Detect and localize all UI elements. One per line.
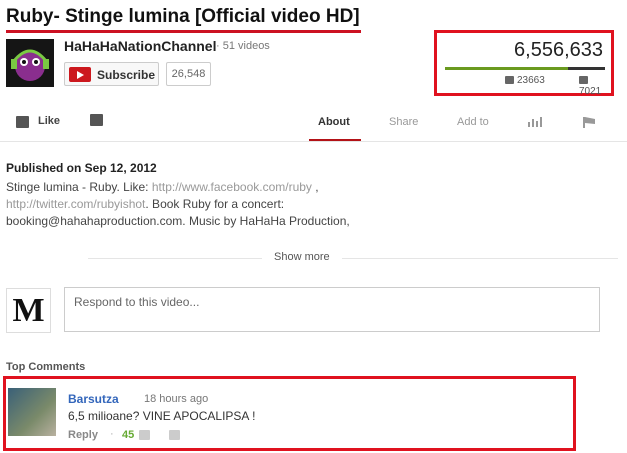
video-description: Stinge lumina - Ruby. Like: http://www.f… bbox=[6, 180, 350, 228]
twitter-link[interactable]: http://twitter.com/rubyishot bbox=[6, 197, 145, 211]
commenter-avatar[interactable] bbox=[8, 388, 56, 436]
reply-button[interactable]: Reply bbox=[68, 429, 98, 441]
like-button[interactable]: Like bbox=[38, 115, 60, 127]
channel-name[interactable]: HaHaHaNationChannel bbox=[64, 38, 216, 54]
separator-dot: · bbox=[110, 428, 114, 440]
channel-logo-icon bbox=[11, 49, 49, 81]
comment-score: 45 bbox=[122, 429, 135, 441]
comment-highlight: Barsutza 18 hours ago 6,5 milioane? VINE… bbox=[3, 376, 576, 451]
video-title: Ruby- Stinge lumina [Official video HD] bbox=[6, 6, 360, 27]
like-count: 23663 bbox=[505, 75, 545, 86]
title-underline bbox=[6, 30, 361, 33]
channel-avatar[interactable] bbox=[6, 39, 54, 87]
facebook-link[interactable]: http://www.facebook.com/ruby bbox=[152, 180, 312, 194]
tab-about[interactable]: About bbox=[318, 116, 350, 128]
thumbs-up-icon bbox=[505, 76, 514, 85]
flag-icon[interactable] bbox=[583, 117, 595, 128]
subscribe-button[interactable]: Subscribe bbox=[64, 62, 159, 86]
subscriber-count: 26,548 bbox=[166, 62, 211, 86]
tab-add-to[interactable]: Add to bbox=[457, 116, 489, 128]
user-avatar: M bbox=[6, 288, 51, 333]
comment-input[interactable]: Respond to this video... bbox=[64, 287, 600, 332]
thumbs-up-icon[interactable] bbox=[139, 430, 150, 440]
like-ratio-bar bbox=[445, 67, 605, 70]
show-more-button[interactable]: Show more bbox=[262, 251, 342, 263]
divider bbox=[0, 141, 627, 142]
thumbs-down-icon bbox=[579, 76, 588, 85]
thumbs-down-icon[interactable] bbox=[90, 114, 103, 126]
view-stats-highlight: 6,556,633 23663 7021 bbox=[434, 30, 614, 97]
tab-share[interactable]: Share bbox=[389, 116, 418, 128]
comment-author[interactable]: Barsutza bbox=[68, 392, 119, 406]
published-date: Published on Sep 12, 2012 bbox=[6, 161, 157, 175]
statistics-icon[interactable] bbox=[528, 117, 542, 127]
comment-time: 18 hours ago bbox=[144, 393, 209, 405]
top-comments-heading: Top Comments bbox=[6, 361, 86, 373]
video-count[interactable]: · 51 videos bbox=[216, 40, 270, 52]
show-more-divider bbox=[88, 258, 618, 259]
like-ratio-fill bbox=[445, 67, 568, 70]
thumbs-down-icon[interactable] bbox=[169, 430, 180, 440]
subscribe-label: Subscribe bbox=[97, 68, 156, 82]
view-count: 6,556,633 bbox=[514, 39, 603, 61]
action-bar: Like About Share Add to bbox=[0, 108, 627, 142]
comment-text: 6,5 milioane? VINE APOCALIPSA ! bbox=[68, 409, 256, 423]
dislike-count: 7021 bbox=[579, 75, 611, 97]
youtube-logo-icon bbox=[69, 67, 91, 82]
thumbs-up-icon[interactable] bbox=[16, 116, 29, 128]
